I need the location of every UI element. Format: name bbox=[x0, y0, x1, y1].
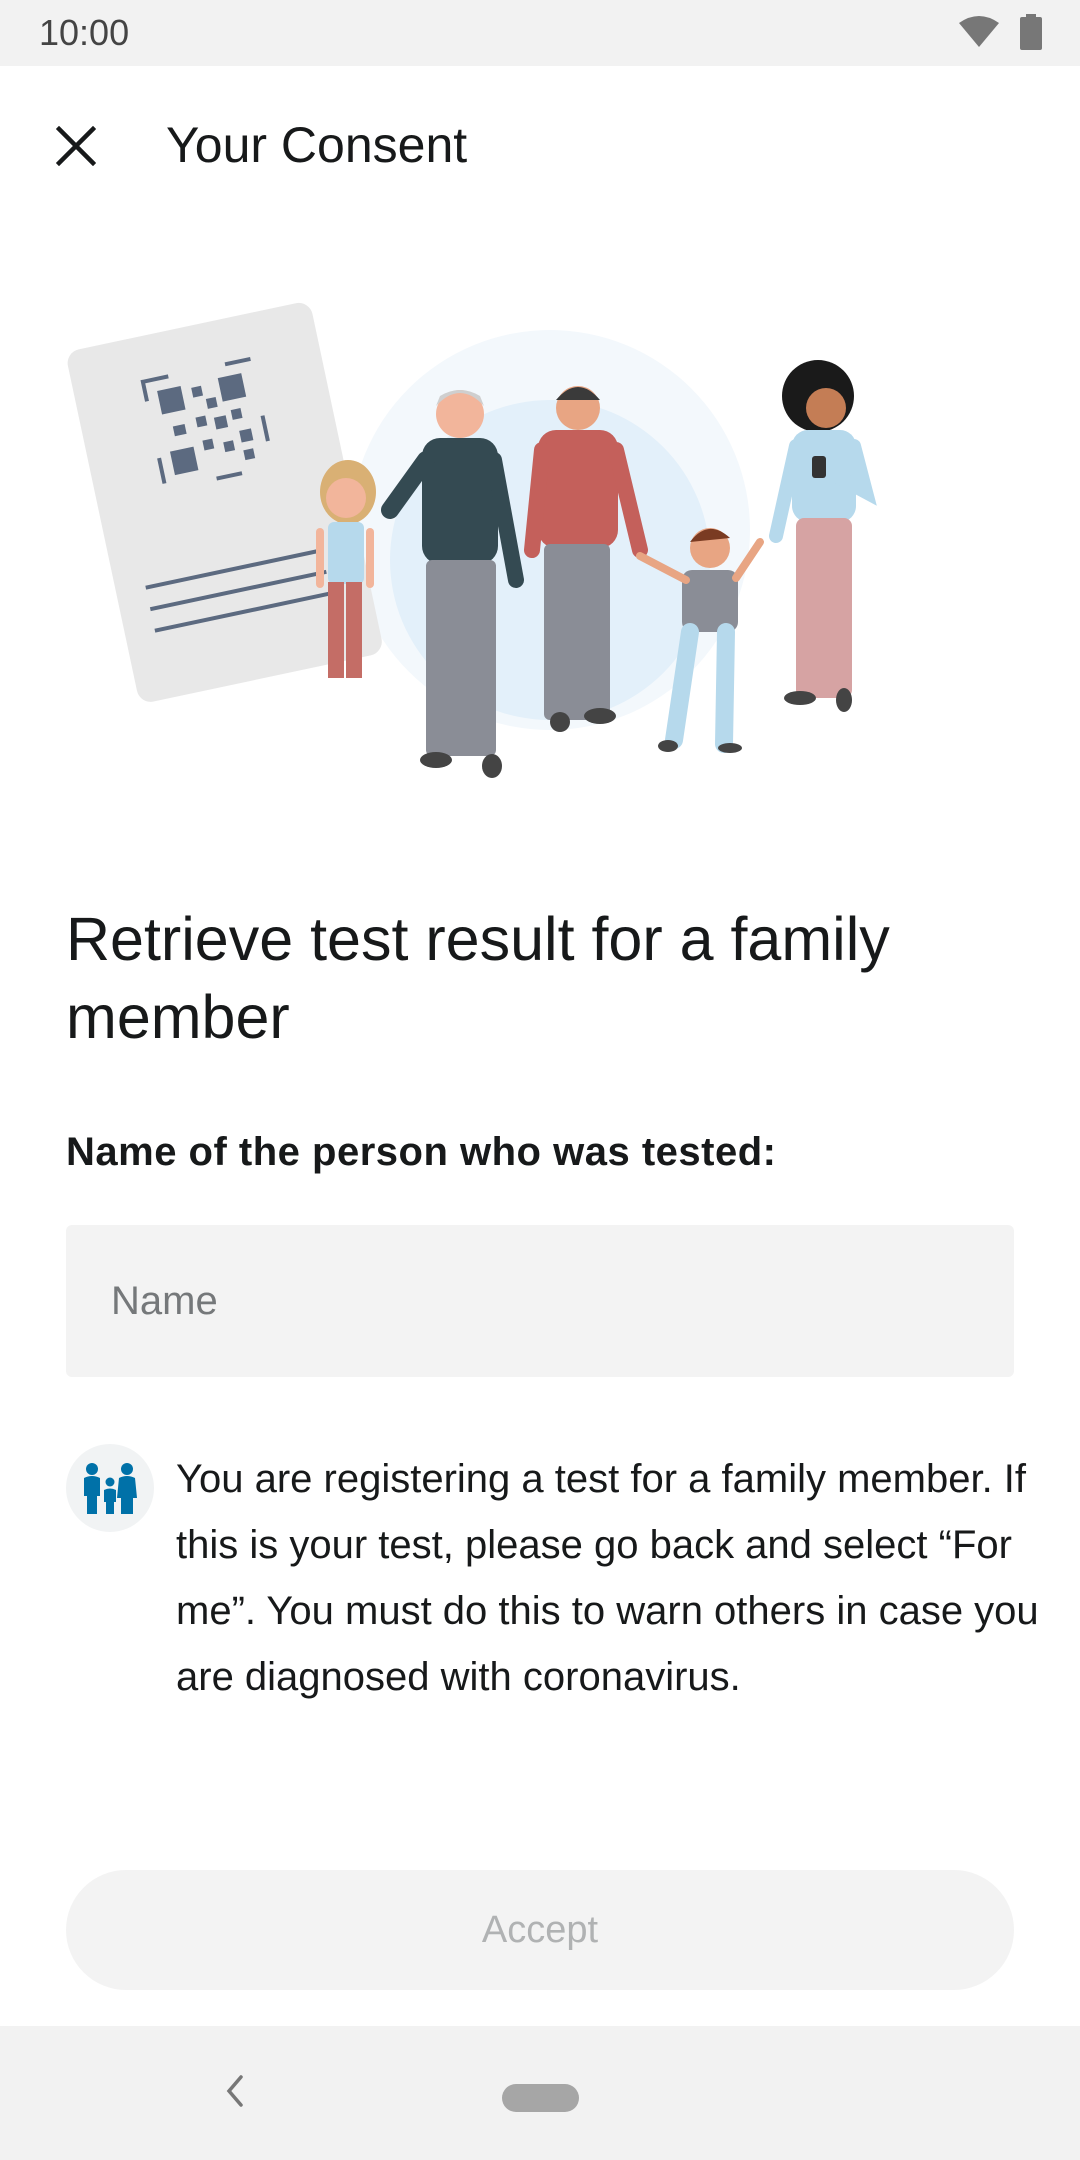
battery-icon bbox=[1020, 14, 1042, 50]
status-icons bbox=[958, 14, 1042, 50]
name-field-label: Name of the person who was tested: bbox=[66, 1130, 777, 1174]
nav-back-button[interactable] bbox=[215, 2066, 255, 2116]
status-bar: 10:00 bbox=[0, 0, 1080, 66]
nav-home-pill[interactable] bbox=[502, 2084, 579, 2112]
wifi-icon bbox=[959, 16, 999, 47]
close-button[interactable] bbox=[40, 110, 112, 182]
headline: Retrieve test result for a family member bbox=[66, 905, 890, 1051]
app-bar: Your Consent bbox=[0, 66, 1080, 226]
accept-button[interactable]: Accept bbox=[66, 1870, 1014, 1990]
family-qr-illustration bbox=[60, 260, 900, 820]
nav-back-icon bbox=[226, 2075, 243, 2107]
name-input[interactable] bbox=[66, 1225, 1014, 1377]
page-title: Your Consent bbox=[166, 117, 468, 173]
system-nav-bar bbox=[0, 2026, 1080, 2160]
family-icon bbox=[66, 1444, 154, 1532]
close-icon bbox=[56, 126, 96, 166]
status-time: 10:00 bbox=[39, 12, 130, 53]
info-text: You are registering a test for a family … bbox=[176, 1457, 1039, 1699]
